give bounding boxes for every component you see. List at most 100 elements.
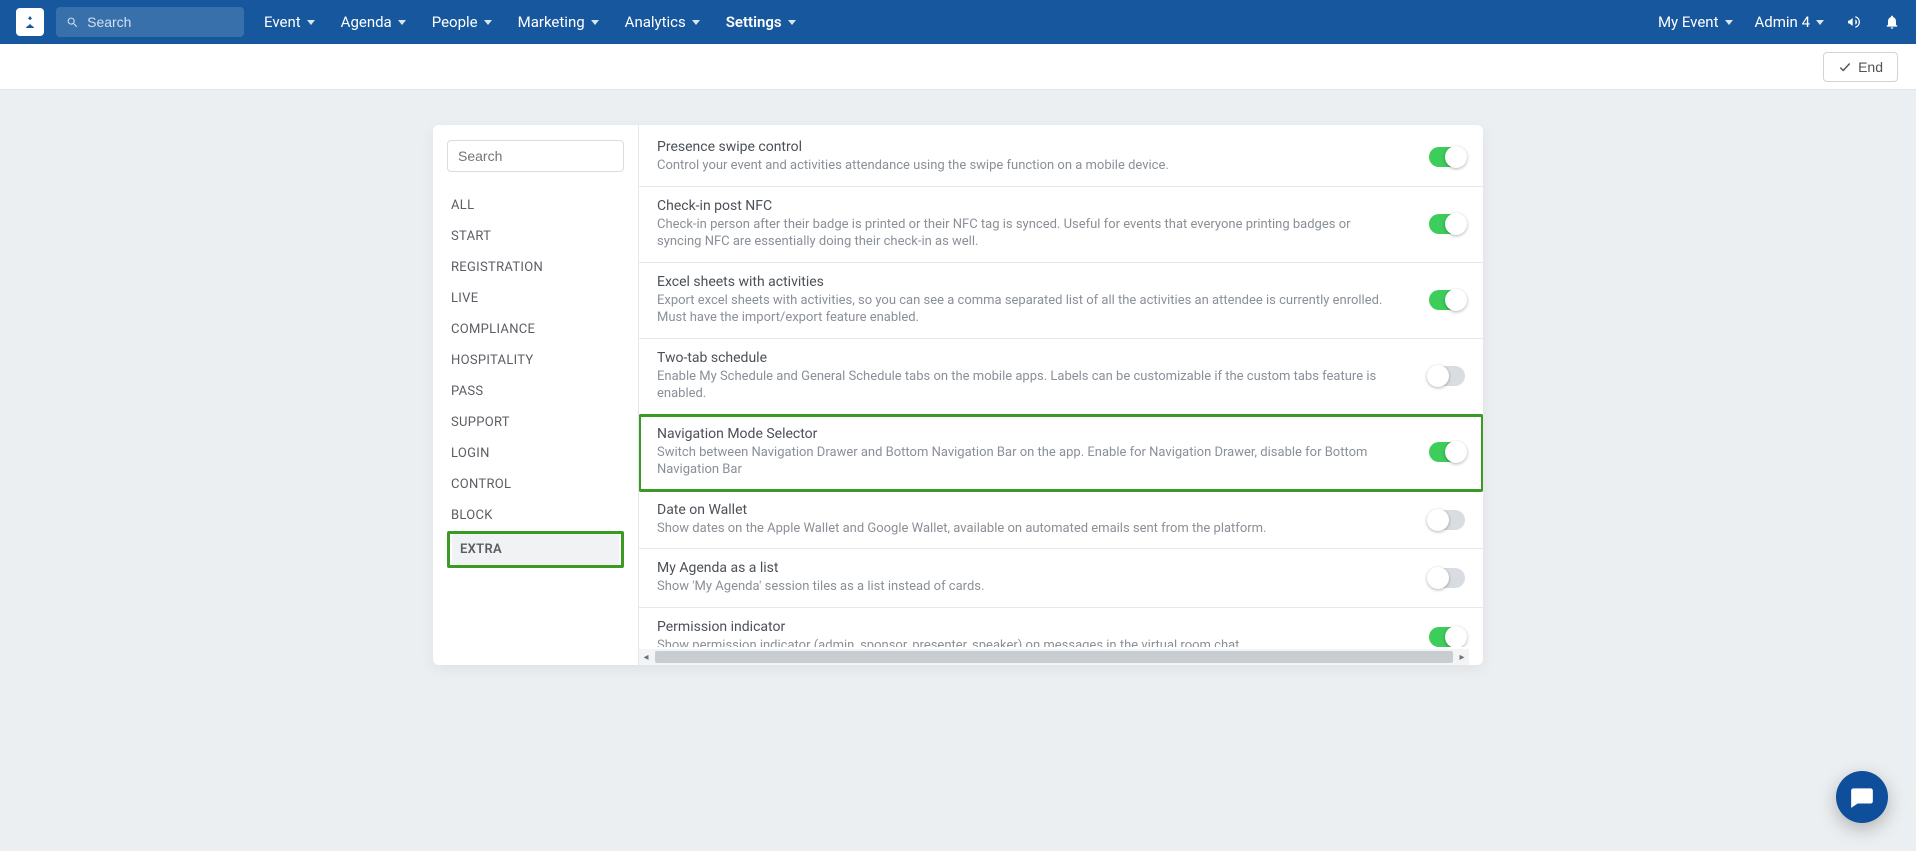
nav-right: My Event Admin 4 (1658, 13, 1900, 31)
setting-text: Presence swipe controlControl your event… (657, 139, 1169, 175)
setting-desc: Show 'My Agenda' session tiles as a list… (657, 578, 984, 596)
setting-text: Date on WalletShow dates on the Apple Wa… (657, 502, 1266, 538)
chat-fab[interactable] (1836, 771, 1888, 823)
setting-row: Excel sheets with activities Export excel… (639, 263, 1483, 339)
nav-item-marketing[interactable]: Marketing (518, 13, 599, 31)
chevron-down-icon (692, 20, 700, 25)
setting-toggle[interactable] (1429, 147, 1465, 167)
setting-text: Check-in post NFCCheck-in person after t… (657, 198, 1397, 251)
setting-row: Check-in post NFCCheck-in person after t… (639, 187, 1483, 263)
secondary-toolbar: End (0, 44, 1916, 90)
nav-item-analytics[interactable]: Analytics (625, 13, 700, 31)
setting-row: Navigation Mode SelectorSwitch between N… (639, 415, 1483, 491)
setting-row: Presence swipe controlControl your event… (639, 125, 1483, 187)
chevron-down-icon (591, 20, 599, 25)
sidebar-item-start[interactable]: START (447, 221, 624, 252)
setting-title: Check-in post NFC (657, 198, 1397, 214)
toggle-knob (1445, 441, 1467, 463)
bell-icon[interactable] (1884, 14, 1900, 30)
chevron-down-icon (1725, 20, 1733, 25)
setting-toggle[interactable] (1429, 290, 1465, 310)
setting-desc: Export excel sheets with activities, so … (657, 292, 1397, 327)
setting-row: My Agenda as a list Show 'My Agenda' sess… (639, 549, 1483, 608)
toggle-knob (1427, 509, 1449, 531)
sidebar-item-support[interactable]: SUPPORT (447, 407, 624, 438)
setting-toggle[interactable] (1429, 568, 1465, 588)
sidebar-highlight: EXTRA (447, 531, 624, 568)
scroll-thumb[interactable] (655, 651, 1453, 663)
sidebar-item-live[interactable]: LIVE (447, 283, 624, 314)
sidebar-search-input[interactable] (447, 140, 624, 172)
setting-toggle[interactable] (1429, 510, 1465, 530)
setting-toggle[interactable] (1429, 366, 1465, 386)
nav-item-label: Marketing (518, 13, 585, 31)
top-navbar: Event Agenda People Marketing Analytics Setti… (0, 0, 1916, 44)
setting-desc: Enable My Schedule and General Schedule … (657, 368, 1397, 403)
horizontal-scrollbar[interactable]: ◂ ▸ (639, 649, 1469, 665)
setting-title: Presence swipe control (657, 139, 1169, 155)
nav-item-agenda[interactable]: Agenda (341, 13, 406, 31)
brand-glyph-icon (22, 14, 38, 30)
setting-row: Date on WalletShow dates on the Apple Wa… (639, 491, 1483, 550)
megaphone-icon[interactable] (1846, 14, 1862, 30)
sidebar-item-compliance[interactable]: COMPLIANCE (447, 314, 624, 345)
nav-search-wrapper[interactable] (56, 7, 244, 37)
chevron-down-icon (1816, 20, 1824, 25)
chevron-down-icon (788, 20, 796, 25)
setting-title: Excel sheets with activities (657, 274, 1397, 290)
nav-admin-label: Admin 4 (1755, 13, 1810, 31)
setting-row: Two-tab schedule Enable My Schedule and G… (639, 339, 1483, 415)
settings-scroll-area[interactable]: Presence swipe controlControl your event… (639, 125, 1483, 647)
setting-desc: Show permission indicator (admin, sponso… (657, 637, 1239, 647)
sidebar-item-pass[interactable]: PASS (447, 376, 624, 407)
sidebar: ALLSTARTREGISTRATIONLIVECOMPLIANCEHOSPIT… (433, 125, 639, 665)
scroll-right-icon[interactable]: ▸ (1455, 650, 1469, 664)
main-panel: ALLSTARTREGISTRATIONLIVECOMPLIANCEHOSPIT… (433, 125, 1483, 665)
nav-item-label: Settings (726, 13, 782, 31)
toggle-knob (1445, 626, 1467, 647)
nav-item-label: People (432, 13, 478, 31)
toggle-knob (1445, 213, 1467, 235)
setting-text: Permission indicator Show permission indi… (657, 619, 1239, 647)
nav-items: Event Agenda People Marketing Analytics Setti… (264, 13, 796, 31)
setting-text: Excel sheets with activities Export excel… (657, 274, 1397, 327)
sidebar-items: ALLSTARTREGISTRATIONLIVECOMPLIANCEHOSPIT… (447, 190, 624, 568)
setting-title: Two-tab schedule (657, 350, 1397, 366)
chevron-down-icon (398, 20, 406, 25)
end-button-label: End (1858, 59, 1883, 75)
toggle-knob (1445, 146, 1467, 168)
nav-item-label: Agenda (341, 13, 392, 31)
nav-event-dropdown[interactable]: My Event (1658, 13, 1733, 31)
brand-logo[interactable] (16, 8, 44, 36)
chevron-down-icon (307, 20, 315, 25)
nav-item-event[interactable]: Event (264, 13, 315, 31)
scroll-left-icon[interactable]: ◂ (639, 650, 653, 664)
setting-toggle[interactable] (1429, 627, 1465, 647)
setting-desc: Show dates on the Apple Wallet and Googl… (657, 520, 1266, 538)
sidebar-item-login[interactable]: LOGIN (447, 438, 624, 469)
nav-item-label: Event (264, 13, 301, 31)
sidebar-item-extra[interactable]: EXTRA (452, 534, 619, 565)
nav-item-people[interactable]: People (432, 13, 492, 31)
setting-title: Permission indicator (657, 619, 1239, 635)
nav-event-label: My Event (1658, 13, 1719, 31)
search-icon (66, 15, 79, 30)
end-button[interactable]: End (1823, 52, 1898, 82)
sidebar-item-hospitality[interactable]: HOSPITALITY (447, 345, 624, 376)
page-wrap: ALLSTARTREGISTRATIONLIVECOMPLIANCEHOSPIT… (0, 90, 1916, 700)
setting-row: Permission indicator Show permission indi… (639, 608, 1483, 647)
setting-toggle[interactable] (1429, 442, 1465, 462)
sidebar-item-control[interactable]: CONTROL (447, 469, 624, 500)
sidebar-item-registration[interactable]: REGISTRATION (447, 252, 624, 283)
nav-search-input[interactable] (87, 14, 234, 30)
settings-content: Presence swipe controlControl your event… (639, 125, 1483, 665)
setting-toggle[interactable] (1429, 214, 1465, 234)
check-icon (1838, 60, 1852, 74)
nav-item-settings[interactable]: Settings (726, 13, 796, 31)
setting-text: Navigation Mode SelectorSwitch between N… (657, 426, 1397, 479)
nav-admin-dropdown[interactable]: Admin 4 (1755, 13, 1824, 31)
setting-title: My Agenda as a list (657, 560, 984, 576)
sidebar-item-all[interactable]: ALL (447, 190, 624, 221)
sidebar-item-block[interactable]: BLOCK (447, 500, 624, 531)
setting-desc: Switch between Navigation Drawer and Bot… (657, 444, 1397, 479)
